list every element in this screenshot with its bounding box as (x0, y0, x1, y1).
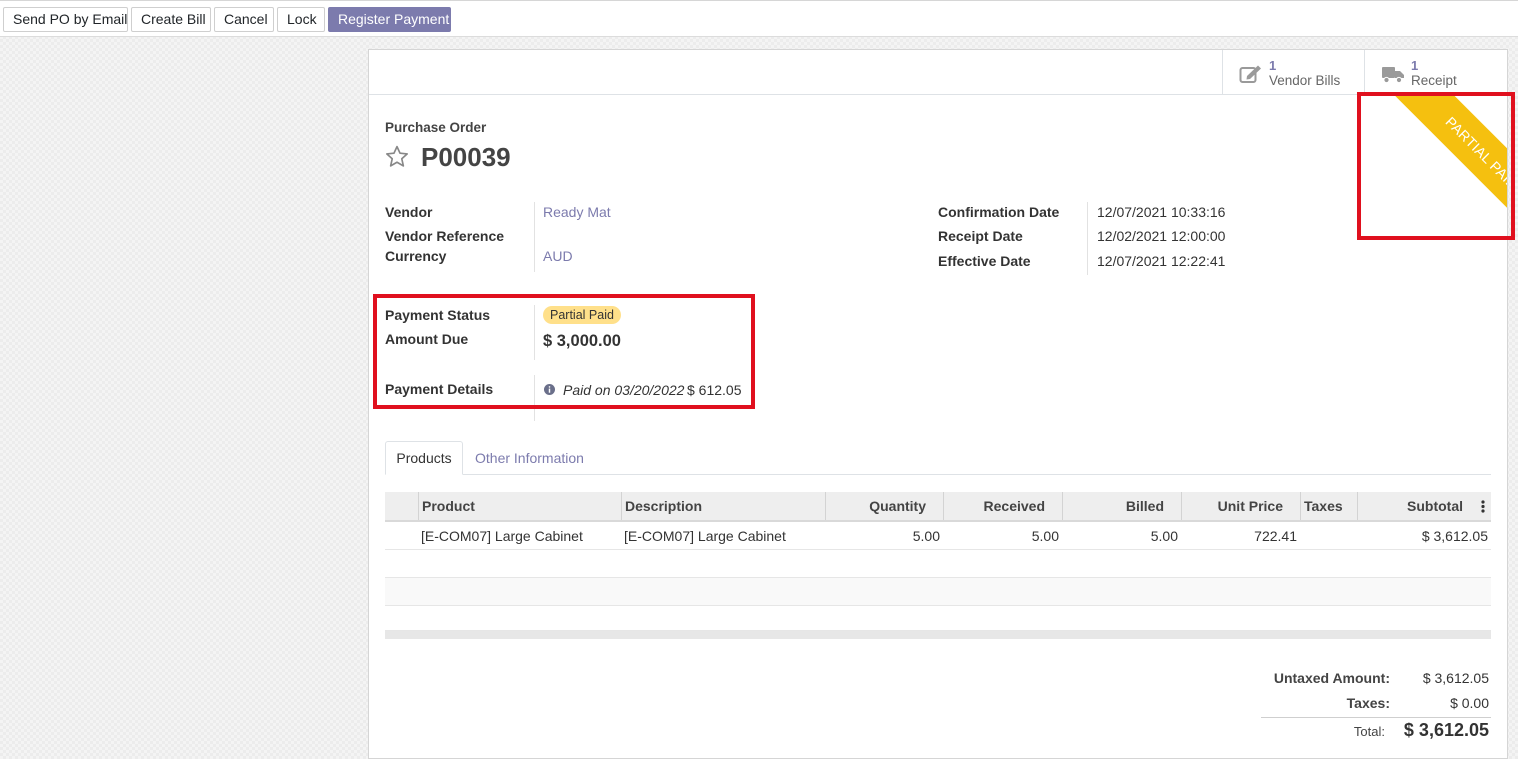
field-separator (534, 202, 535, 272)
taxes-value: $ 0.00 (1450, 695, 1489, 711)
vendor-value[interactable]: Ready Mat (543, 204, 611, 220)
vendor-reference-label: Vendor Reference (385, 228, 505, 244)
send-po-email-button[interactable]: Send PO by Email (3, 7, 128, 32)
effective-date-label: Effective Date (938, 253, 1031, 269)
receipt-smart-button[interactable]: 1 Receipt (1364, 50, 1507, 95)
cell-billed: 5.00 (1150, 528, 1178, 544)
table-footer (385, 631, 1491, 639)
vendor-bills-label: Vendor Bills (1269, 73, 1341, 88)
untaxed-amount-value: $ 3,612.05 (1422, 670, 1489, 686)
lock-button[interactable]: Lock (277, 7, 325, 32)
cell-unit-price: 722.41 (1254, 528, 1297, 544)
cell-quantity: 5.00 (912, 528, 940, 544)
column-header-quantity[interactable]: Quantity (869, 492, 926, 520)
receipt-count: 1 (1411, 58, 1419, 73)
cell-received: 5.00 (1031, 528, 1059, 544)
cell-subtotal: $ 3,612.05 (1421, 528, 1488, 544)
page-title: P00039 (421, 142, 511, 172)
column-header-unit-price[interactable]: Unit Price (1218, 492, 1283, 520)
column-separator (1357, 492, 1358, 520)
column-header-taxes[interactable]: Taxes (1304, 492, 1343, 520)
effective-date-value: 12/07/2021 12:22:41 (1097, 253, 1226, 269)
column-separator (943, 492, 944, 520)
table-empty-row (385, 606, 1491, 631)
column-separator (418, 492, 419, 520)
table-row[interactable]: [E-COM07] Large Cabinet [E-COM07] Large … (385, 522, 1491, 550)
confirmation-date-label: Confirmation Date (938, 204, 1060, 220)
ribbon-highlight-box (1357, 92, 1515, 240)
document-type-label: Purchase Order (385, 120, 487, 135)
control-panel: Send PO by Email Create Bill Cancel Lock… (0, 0, 1518, 37)
field-separator (1087, 202, 1088, 275)
tab-products[interactable]: Products (385, 441, 463, 475)
truck-icon (1382, 67, 1404, 84)
receipt-date-value: 12/02/2021 12:00:00 (1097, 228, 1226, 244)
table-empty-row (385, 550, 1491, 578)
column-header-product[interactable]: Product (422, 492, 475, 520)
column-header-billed[interactable]: Billed (1126, 492, 1164, 520)
pencil-square-icon (1239, 65, 1261, 83)
tabs-divider (385, 474, 1491, 475)
vendor-bills-count: 1 (1269, 58, 1277, 73)
vendor-label: Vendor (385, 204, 433, 220)
currency-value[interactable]: AUD (543, 248, 573, 264)
totals-divider (1261, 717, 1491, 718)
currency-label: Currency (385, 248, 447, 264)
vendor-bills-smart-button[interactable]: 1 Vendor Bills (1222, 50, 1364, 95)
receipt-label: Receipt (1411, 73, 1457, 88)
column-options-icon[interactable] (1481, 500, 1485, 513)
payment-highlight-box (373, 294, 755, 409)
untaxed-amount-label: Untaxed Amount: (1273, 670, 1390, 686)
cancel-button[interactable]: Cancel (214, 7, 274, 32)
column-separator (1181, 492, 1182, 520)
star-icon[interactable] (384, 144, 410, 169)
column-separator (1062, 492, 1063, 520)
column-header-received[interactable]: Received (984, 492, 1045, 520)
taxes-label: Taxes: (1346, 695, 1390, 711)
column-header-description[interactable]: Description (625, 492, 702, 520)
receipt-date-label: Receipt Date (938, 228, 1023, 244)
cell-description: [E-COM07] Large Cabinet (624, 528, 786, 544)
column-separator (825, 492, 826, 520)
register-payment-button[interactable]: Register Payment (328, 7, 451, 32)
column-separator (621, 492, 622, 520)
smart-button-box: 1 Vendor Bills 1 Receipt (369, 50, 1507, 95)
total-value: $ 3,612.05 (1403, 720, 1489, 740)
create-bill-button[interactable]: Create Bill (131, 7, 211, 32)
confirmation-date-value: 12/07/2021 10:33:16 (1097, 204, 1226, 220)
table-header: Product Description Quantity Received Bi… (385, 492, 1491, 522)
table-empty-row (385, 578, 1491, 606)
cell-product: [E-COM07] Large Cabinet (421, 528, 583, 544)
column-header-subtotal[interactable]: Subtotal (1407, 492, 1463, 520)
column-separator (1300, 492, 1301, 520)
total-label: Total: (1353, 724, 1385, 739)
tab-other-information[interactable]: Other Information (475, 450, 584, 466)
